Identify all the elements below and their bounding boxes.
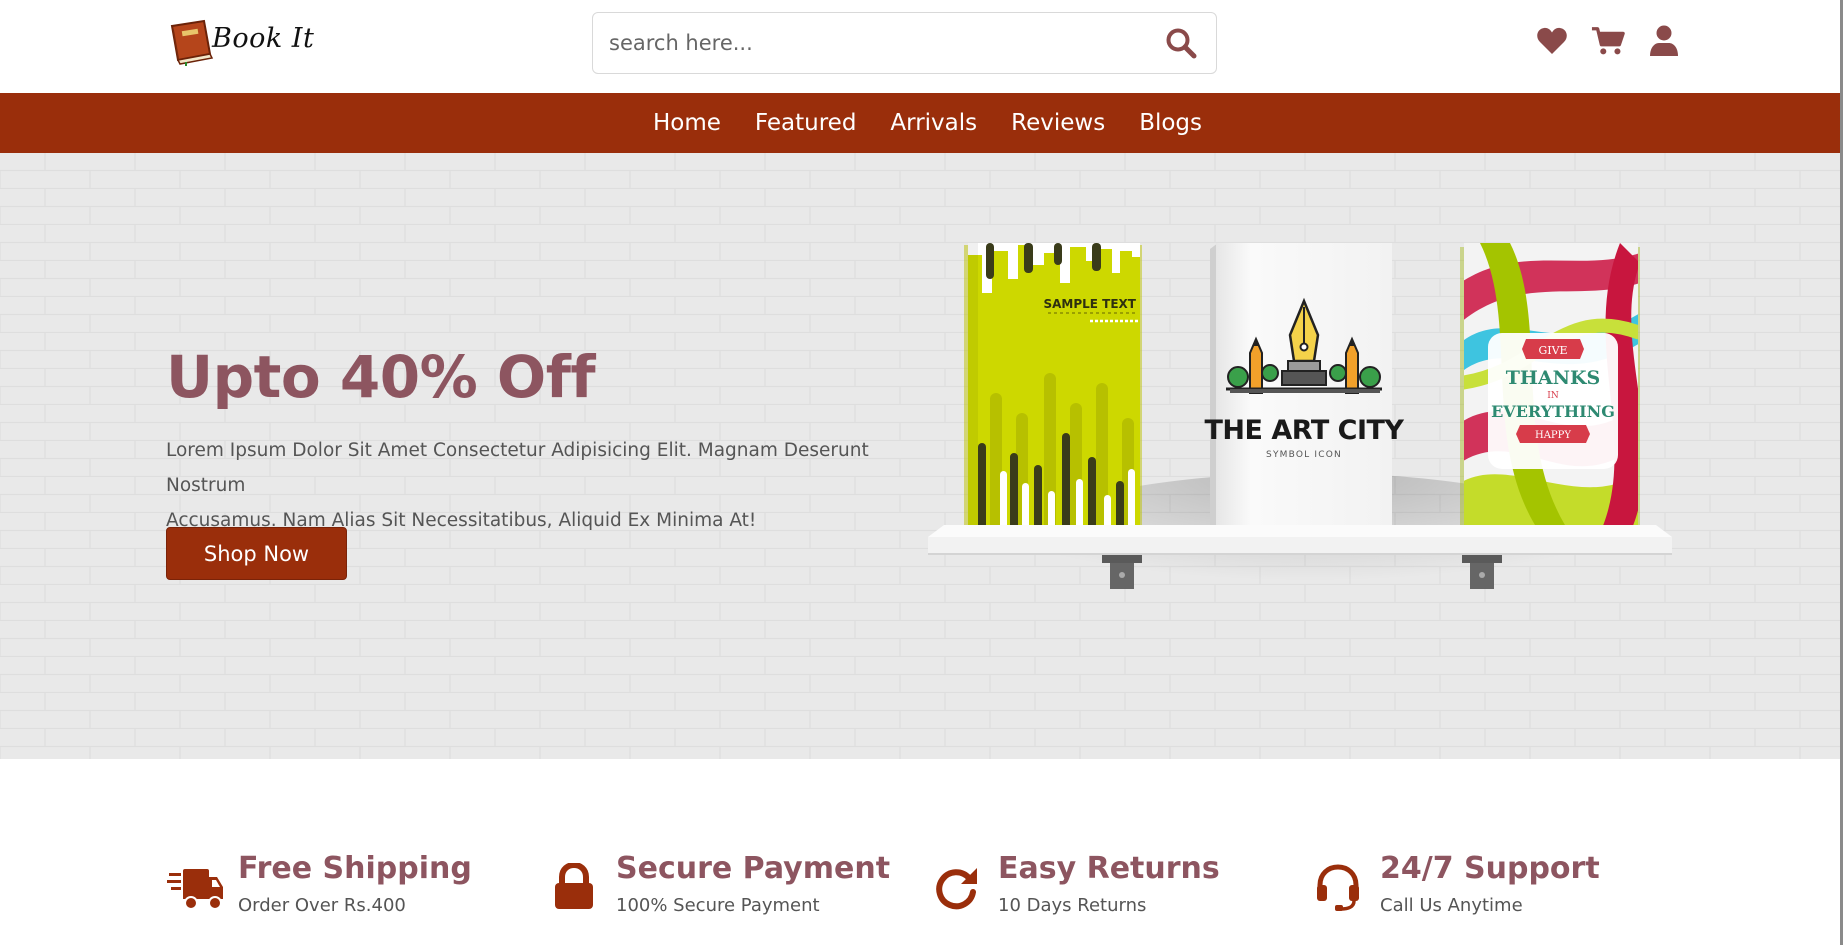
user-icon <box>1650 25 1678 56</box>
search-icon <box>1166 28 1197 59</box>
page: Book It search here... Home Featured Arr… <box>0 0 1843 945</box>
nav-home[interactable]: Home <box>636 110 738 136</box>
wishlist-button[interactable] <box>1535 24 1569 58</box>
features-section: Free Shipping Order Over Rs.400 Secure P… <box>0 759 1843 945</box>
nav-featured[interactable]: Featured <box>738 110 874 136</box>
feature-title: Free Shipping <box>238 851 472 886</box>
redo-icon <box>936 868 977 910</box>
feature-secure-payment: Secure Payment 100% Secure Payment <box>544 851 890 917</box>
shop-now-button[interactable]: Shop Now <box>166 527 347 580</box>
cart-button[interactable] <box>1591 24 1625 58</box>
headset-icon <box>1317 864 1359 911</box>
nav-blogs[interactable]: Blogs <box>1122 110 1219 136</box>
feature-icon <box>166 857 226 917</box>
feature-subtitle: Call Us Anytime <box>1380 895 1523 916</box>
feature-subtitle: 10 Days Returns <box>998 895 1147 916</box>
main-nav: Home Featured Arrivals Reviews Blogs <box>0 93 1843 153</box>
book-cover-sample: SAMPLE TEXT <box>964 243 1142 529</box>
feature-subtitle: 100% Secure Payment <box>616 895 820 916</box>
book-cover-subtitle: SYMBOL ICON <box>1266 450 1342 460</box>
feature-title: Easy Returns <box>998 851 1220 886</box>
book-cover-text: SAMPLE TEXT <box>1043 297 1136 311</box>
feature-icon <box>926 857 986 917</box>
book-cover-title: THE ART CITY <box>1205 415 1405 446</box>
lock-icon <box>555 863 593 909</box>
book-cover-line: GIVE <box>1538 344 1567 357</box>
account-button[interactable] <box>1647 24 1681 58</box>
nav-reviews[interactable]: Reviews <box>994 110 1122 136</box>
book-cover-line: EVERYTHING <box>1491 402 1615 421</box>
truck-icon <box>167 869 223 910</box>
feature-icon <box>544 857 604 917</box>
feature-easy-returns: Easy Returns 10 Days Returns <box>926 851 1220 917</box>
feature-text: Free Shipping Order Over Rs.400 <box>238 851 472 916</box>
book-cover-line: IN <box>1547 391 1559 401</box>
feature-icon <box>1308 857 1368 917</box>
site-header: Book It <box>0 0 1843 93</box>
logo[interactable]: Book It <box>166 18 320 66</box>
feature-text: Easy Returns 10 Days Returns <box>998 851 1220 916</box>
hero-description-line: Lorem Ipsum Dolor Sit Amet Consectetur A… <box>166 440 869 496</box>
cart-icon <box>1591 27 1625 55</box>
book-cover-art-city: THE ART CITY SYMBOL ICON <box>1205 243 1405 529</box>
hero-description: Lorem Ipsum Dolor Sit Amet Consectetur A… <box>166 433 936 538</box>
feature-title: 24/7 Support <box>1380 851 1600 886</box>
book-cover-line: THANKS <box>1506 367 1600 389</box>
brand-name: Book It <box>212 22 315 54</box>
feature-text: Secure Payment 100% Secure Payment <box>616 851 890 916</box>
feature-subtitle: Order Over Rs.400 <box>238 895 406 916</box>
search-input[interactable] <box>593 13 1146 73</box>
hero-section: Upto 40% Off Lorem Ipsum Dolor Sit Amet … <box>0 153 1843 759</box>
nav-arrivals[interactable]: Arrivals <box>873 110 994 136</box>
heart-icon <box>1537 27 1567 54</box>
search-bar <box>592 12 1217 74</box>
book-cover-give-thanks: GIVE THANKS IN EVERYTHING HAPPY <box>1460 243 1640 529</box>
feature-text: 24/7 Support Call Us Anytime <box>1380 851 1600 916</box>
book-shelf-illustration: SAMPLE TEXT THE ART CITY SYMBOL ICON GIV… <box>928 243 1672 653</box>
feature-title: Secure Payment <box>616 851 891 886</box>
feature-support: 24/7 Support Call Us Anytime <box>1308 851 1600 917</box>
feature-free-shipping: Free Shipping Order Over Rs.400 <box>166 851 472 917</box>
hero-title: Upto 40% Off <box>166 343 596 411</box>
book-logo-icon <box>170 19 214 66</box>
nav-links: Home Featured Arrivals Reviews Blogs <box>624 110 1219 136</box>
book-cover-line: HAPPY <box>1535 430 1571 441</box>
search-button[interactable] <box>1146 13 1216 73</box>
header-actions <box>1535 24 1681 58</box>
